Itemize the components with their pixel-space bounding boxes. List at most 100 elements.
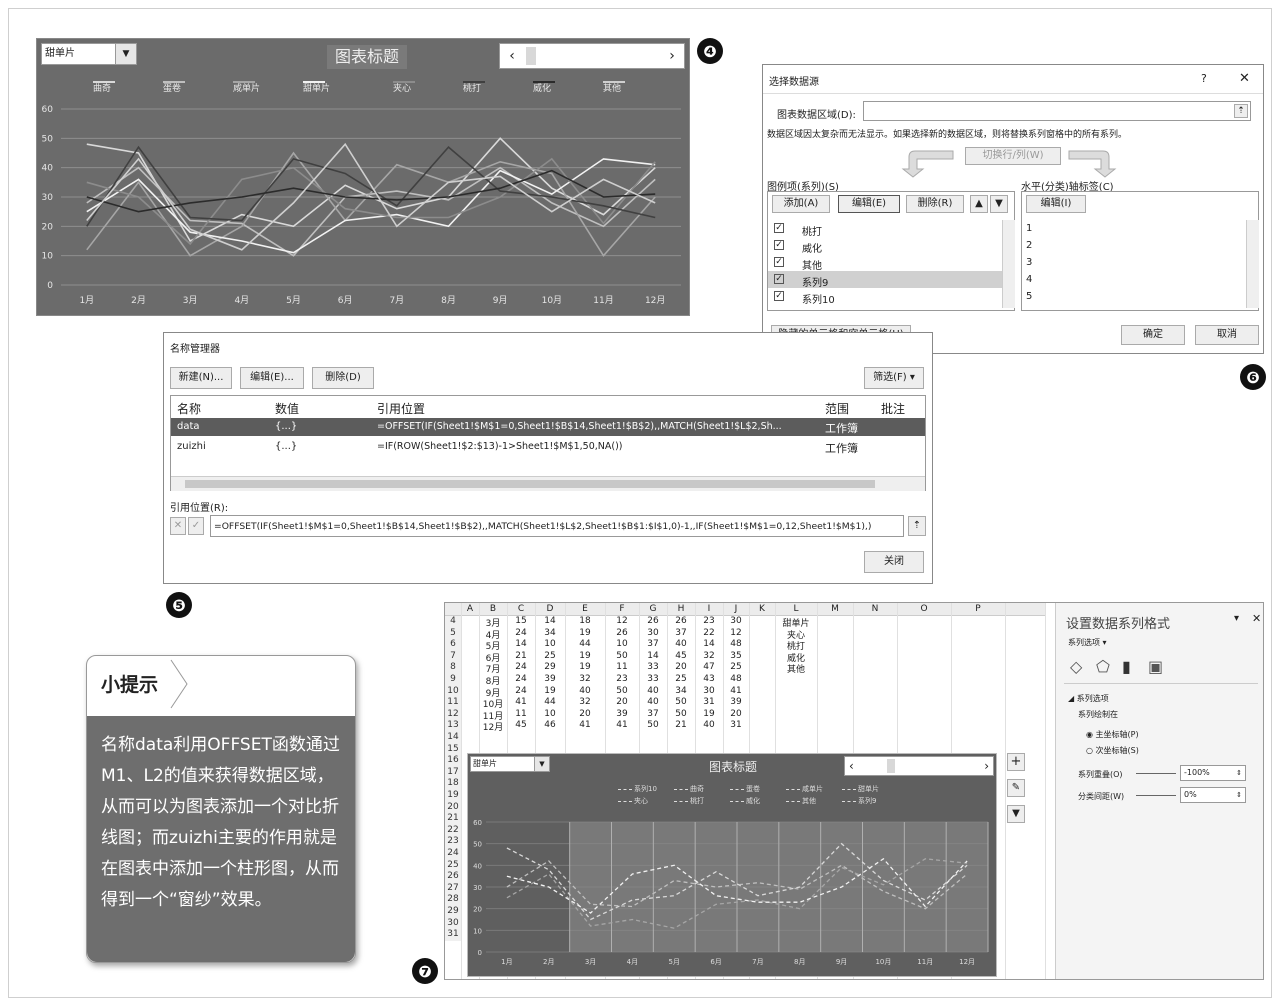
add-series-button[interactable]: 添加(A)	[772, 195, 830, 213]
axis-label-item[interactable]: 5	[1026, 291, 1032, 302]
row-header[interactable]: 17	[445, 766, 461, 779]
table-cell[interactable]: 50	[605, 651, 639, 661]
table-cell[interactable]: 39	[723, 697, 749, 707]
picture-icon[interactable]: ▣	[1148, 657, 1163, 676]
table-cell[interactable]: 12	[605, 616, 639, 626]
table-cell[interactable]: 23	[605, 674, 639, 684]
row-header[interactable]: 8	[445, 662, 461, 674]
table-cell[interactable]: 20	[565, 709, 605, 719]
table-cell[interactable]: 10	[535, 639, 565, 649]
new-name-button[interactable]: 新建(N)...	[170, 367, 232, 389]
table-cell[interactable]: 22	[695, 628, 723, 638]
secondary-axis-radio[interactable]: ○ 次坐标轴(S)	[1086, 745, 1139, 756]
collapse-dialog-icon[interactable]: ⇡	[1234, 104, 1248, 118]
table-cell[interactable]: 24	[507, 674, 535, 684]
overlap-input[interactable]: -100% ⇕	[1180, 765, 1246, 781]
column-header[interactable]: K	[749, 604, 775, 614]
table-cell[interactable]: 30	[723, 616, 749, 626]
range-input[interactable]: ⇡	[863, 101, 1251, 121]
column-header[interactable]: M	[817, 604, 853, 614]
move-down-icon[interactable]: ▼	[990, 195, 1008, 213]
chart-elements-icon[interactable]: +	[1007, 753, 1025, 771]
gap-width-slider[interactable]	[1136, 795, 1176, 796]
table-cell[interactable]: 44	[565, 639, 605, 649]
table-cell[interactable]: 32	[565, 697, 605, 707]
table-cell[interactable]: 33	[639, 662, 667, 672]
table-cell[interactable]: 34	[667, 686, 695, 696]
ok-button[interactable]: 确定	[1121, 325, 1185, 345]
table-cell[interactable]: 30	[639, 628, 667, 638]
edit-name-button[interactable]: 编辑(E)...	[240, 367, 304, 389]
series-list-item[interactable]: ✓ 其他	[768, 254, 1002, 272]
table-cell[interactable]: 25	[535, 651, 565, 661]
column-header[interactable]: J	[723, 604, 749, 614]
table-cell[interactable]: 31	[695, 697, 723, 707]
spinner-icon[interactable]: ⇕	[1236, 766, 1242, 780]
row-header[interactable]: 14	[445, 732, 461, 744]
table-cell[interactable]: 32	[565, 674, 605, 684]
delete-series-button[interactable]: 删除(R)	[906, 195, 964, 213]
row-header[interactable]: 11	[445, 697, 461, 709]
table-cell[interactable]: 18	[565, 616, 605, 626]
edit-axis-button[interactable]: 编辑(I)	[1026, 195, 1086, 213]
row-header[interactable]: 20	[445, 801, 461, 814]
series-list-item[interactable]: ✓ 系列10	[768, 288, 1002, 306]
row-header[interactable]: 30	[445, 917, 461, 930]
table-cell[interactable]: 41	[605, 720, 639, 730]
table-cell[interactable]: 39	[605, 709, 639, 719]
pane-menu-icon[interactable]: ▾	[1234, 613, 1239, 624]
fill-line-icon[interactable]: ◇	[1070, 657, 1082, 676]
row-header[interactable]: 22	[445, 824, 461, 837]
table-cell[interactable]: 48	[723, 674, 749, 684]
row-header[interactable]: 7	[445, 650, 461, 663]
axis-label-item[interactable]: 2	[1026, 240, 1032, 251]
table-cell[interactable]: 19	[565, 662, 605, 672]
table-cell[interactable]: 37	[667, 628, 695, 638]
row-header[interactable]: 15	[445, 743, 461, 756]
table-cell[interactable]: 43	[695, 674, 723, 684]
table-cell[interactable]: 45	[507, 720, 535, 730]
move-up-icon[interactable]: ▲	[970, 195, 988, 213]
table-cell[interactable]: 12	[723, 628, 749, 638]
row-header[interactable]: 13	[445, 720, 461, 732]
table-cell[interactable]: 40	[667, 639, 695, 649]
table-cell[interactable]: 32	[695, 651, 723, 661]
table-cell[interactable]: 39	[535, 674, 565, 684]
table-cell[interactable]: 40	[639, 697, 667, 707]
row-header[interactable]: 9	[445, 674, 461, 686]
table-cell[interactable]: 20	[605, 697, 639, 707]
row-header[interactable]: 5	[445, 627, 461, 640]
table-cell[interactable]: 12月	[479, 720, 507, 733]
axis-label-item[interactable]: 1	[1026, 223, 1032, 234]
table-cell[interactable]: 33	[639, 674, 667, 684]
table-cell[interactable]: 11	[507, 709, 535, 719]
column-header[interactable]: F	[605, 604, 639, 614]
table-cell[interactable]: 50	[639, 720, 667, 730]
table-cell[interactable]: 37	[639, 709, 667, 719]
table-cell[interactable]: 35	[723, 651, 749, 661]
table-cell[interactable]: 41	[565, 720, 605, 730]
row-header[interactable]: 16	[445, 755, 461, 767]
series-list-item[interactable]: ✓ 系列9	[768, 271, 1002, 289]
row-header[interactable]: 10	[445, 685, 461, 698]
table-cell[interactable]: 40	[695, 720, 723, 730]
overlap-slider[interactable]	[1136, 773, 1176, 774]
column-header[interactable]: L	[775, 604, 817, 614]
spinner-icon[interactable]: ⇕	[1236, 788, 1242, 802]
column-header[interactable]: B	[479, 604, 507, 614]
table-cell[interactable]: 41	[507, 697, 535, 707]
checkbox-checked-icon[interactable]: ✓	[774, 291, 784, 301]
table-cell[interactable]: 19	[535, 686, 565, 696]
table-cell[interactable]: 14	[507, 639, 535, 649]
close-icon[interactable]: ✕	[1252, 612, 1261, 625]
edit-series-button[interactable]: 编辑(E)	[838, 195, 900, 213]
row-header[interactable]: 31	[445, 929, 461, 941]
table-cell[interactable]: 26	[639, 616, 667, 626]
table-cell[interactable]: 24	[507, 628, 535, 638]
table-cell[interactable]: 40	[639, 686, 667, 696]
table-hscrollbar[interactable]	[171, 476, 925, 491]
row-header[interactable]: 29	[445, 906, 461, 918]
table-cell[interactable]: 19	[695, 709, 723, 719]
table-cell[interactable]: 50	[667, 709, 695, 719]
table-cell[interactable]: 25	[723, 662, 749, 672]
